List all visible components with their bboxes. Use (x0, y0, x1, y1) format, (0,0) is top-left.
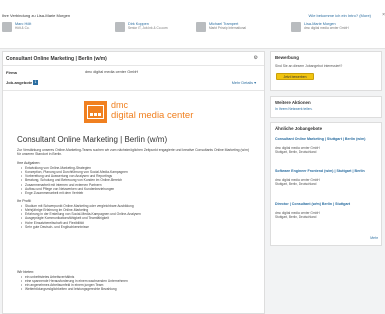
similar-job-location: Stuttgart, Berlin, Deutschland (275, 150, 317, 154)
profile-heading: Ihr Profil: (17, 199, 32, 203)
logo-text-name: digital media center (111, 110, 194, 121)
avatar (196, 22, 206, 32)
connection-bar: Ihre Verbindung zu Lisa-Marie Morgen Wie… (0, 0, 385, 49)
offer-heading: Wir bieten: (17, 270, 35, 274)
apply-text: Sind Sie an diesem Jobangebot interessie… (275, 64, 343, 68)
intro-text: Zur Verstärkung unseres Online-Marketing… (17, 148, 249, 157)
company-logo: dmc digital media center (84, 100, 194, 127)
company-label: Firma (6, 70, 17, 75)
logo-text-dmc: dmc (111, 100, 129, 110)
job-title: Consultant Online Marketing | Berlin (w/… (6, 56, 107, 62)
divider (3, 65, 264, 66)
share-link[interactable]: In Ihrem Netzwerk teilen. (275, 107, 375, 111)
contact-subtitle: Senior IT, Job.Ink & Co.com (128, 26, 168, 30)
similar-jobs-heading: Ähnliche Jobangebote (275, 126, 323, 131)
logo-mark (84, 101, 107, 123)
avatar (2, 22, 12, 32)
avatar (291, 22, 301, 32)
offers-label: Job-angebote (6, 80, 33, 85)
similar-job-location: Stuttgart, Berlin, Deutschland (275, 182, 317, 186)
avatar (115, 22, 125, 32)
offer-list: ein unbefristetes Arbeitsverhältnis eine… (21, 275, 249, 292)
similar-job-title[interactable]: Director | Consultant (w/m) Berlin | Stu… (275, 202, 375, 206)
intro-link[interactable]: Wie bekomme ich ein Intro? (More) (309, 13, 371, 18)
more-actions-panel: Weitere Aktionen In Ihrem Netzwerk teile… (270, 96, 382, 118)
contact-subtitle: Hölt & Co. (15, 26, 30, 30)
more-details-link[interactable]: Mehr Details ▾ (232, 80, 256, 85)
more-actions-heading: Weitere Aktionen (275, 100, 311, 105)
apply-button[interactable]: Jetzt bewerben (276, 73, 314, 80)
contact-subtitle: dmc digital media center GmbH (304, 26, 349, 30)
list-item: Enge Zusammenarbeit mit dem Vertrieb (21, 191, 249, 195)
tasks-list: Entwicklung von Online-Marketing-Strateg… (21, 166, 249, 195)
settings-icon[interactable]: ⚙ (254, 55, 258, 61)
similar-job-title[interactable]: Software Engineer Frontend (w/m) | Stutt… (275, 169, 375, 173)
apply-panel: Bewerbung Sind Sie an diesem Jobangebot … (270, 51, 382, 91)
list-item: Weiterbildungsmöglichkeiten und leistung… (21, 287, 249, 291)
description-title: Consultant Online Marketing | Berlin (w/… (17, 135, 168, 144)
offers-badge: 1 (33, 80, 38, 85)
tasks-heading: Ihre Aufgaben: (17, 161, 41, 165)
similar-job-location: Stuttgart, Berlin, Deutschland (275, 215, 317, 219)
similar-job-title[interactable]: Consultant Online Marketing | Stuttgart … (275, 137, 375, 141)
company-value: dmc digital media center GmbH (85, 70, 139, 74)
job-detail-panel: Consultant Online Marketing | Berlin (w/… (2, 51, 265, 314)
list-item: Sehr gute Deutsch- und Englischkenntniss… (21, 225, 249, 229)
connection-title: Ihre Verbindung zu Lisa-Marie Morgen (2, 13, 71, 18)
apply-heading: Bewerbung (275, 55, 299, 60)
similar-jobs-panel: Ähnliche Jobangebote Consultant Online M… (270, 122, 382, 246)
contact-subtitle: Markt Prinzip International (209, 26, 247, 30)
divider (3, 90, 264, 91)
profile-list: Studium mit Schwerpunkt Online-Marketing… (21, 204, 249, 229)
more-similar-link[interactable]: Mehr (370, 236, 378, 240)
